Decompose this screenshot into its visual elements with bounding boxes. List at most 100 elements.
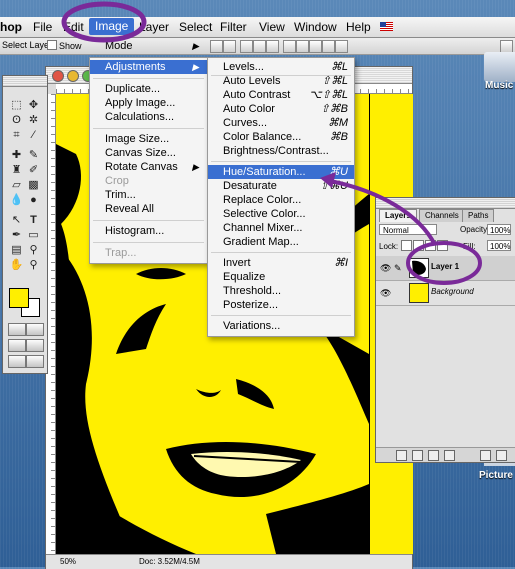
zoom-level[interactable]: 50% <box>60 557 76 566</box>
menu-item-reveal-all[interactable]: Reveal All <box>90 202 207 216</box>
distribute-button-2[interactable] <box>253 40 266 53</box>
menu-window[interactable]: Window <box>294 20 337 34</box>
healing-brush-tool-icon[interactable]: ✚ <box>9 148 24 163</box>
menu-item-image-size[interactable]: Image Size... <box>90 132 207 146</box>
menu-item-auto-levels[interactable]: Auto Levels ⇧⌘L <box>208 74 354 88</box>
type-tool-icon[interactable]: T <box>26 213 41 228</box>
zoom-tool-icon[interactable]: ⚲ <box>26 258 41 273</box>
slice-tool-icon[interactable]: ⁄ <box>26 128 41 143</box>
menu-item-brightness-contrast[interactable]: Brightness/Contrast... <box>208 144 354 158</box>
menu-item-desaturate[interactable]: Desaturate ⇧⌘U <box>208 179 354 193</box>
blend-mode-select[interactable]: Normal <box>379 224 437 235</box>
eye-icon[interactable]: 👁 <box>380 288 391 299</box>
distribute-button-1[interactable] <box>240 40 253 53</box>
eye-icon[interactable]: 👁 <box>380 263 391 274</box>
music-folder-icon[interactable] <box>484 52 515 82</box>
align-button-1[interactable] <box>210 40 223 53</box>
lasso-tool-icon[interactable]: ʘ <box>9 113 24 128</box>
menu-item-replace-color[interactable]: Replace Color... <box>208 193 354 207</box>
menu-item-gradient-map[interactable]: Gradient Map... <box>208 235 354 249</box>
menu-item-auto-contrast[interactable]: Auto Contrast ⌥⇧⌘L <box>208 88 354 102</box>
quick-mask-button[interactable] <box>26 323 44 336</box>
lock-move-icon[interactable] <box>425 240 436 251</box>
foreground-color-swatch[interactable] <box>9 288 29 308</box>
input-flag-icon[interactable] <box>380 22 393 31</box>
distribute-button-7[interactable] <box>322 40 335 53</box>
menu-item-mode[interactable]: Mode ▶ <box>90 39 207 53</box>
tools-titlebar[interactable] <box>3 76 47 87</box>
dodge-tool-icon[interactable]: ● <box>26 193 41 208</box>
tab-paths[interactable]: Paths <box>462 209 495 222</box>
jump-to-imageready-button[interactable] <box>26 355 44 368</box>
new-set-icon[interactable] <box>428 450 439 461</box>
menu-item-calculations[interactable]: Calculations... <box>90 110 207 124</box>
blur-tool-icon[interactable]: 💧 <box>9 193 24 208</box>
minimize-icon[interactable] <box>67 70 79 82</box>
layer-mask-icon[interactable] <box>412 450 423 461</box>
distribute-button-6[interactable] <box>309 40 322 53</box>
eyedropper-tool-icon[interactable]: ⚲ <box>26 243 41 258</box>
menu-item-equalize[interactable]: Equalize <box>208 270 354 284</box>
lock-all-icon[interactable] <box>437 240 448 251</box>
align-button-2[interactable] <box>223 40 236 53</box>
menu-item-auto-color[interactable]: Auto Color ⇧⌘B <box>208 102 354 116</box>
menu-item-rotate-canvas[interactable]: Rotate Canvas ▶ <box>90 160 207 174</box>
hand-tool-icon[interactable]: ✋ <box>9 258 24 273</box>
new-layer-icon[interactable] <box>480 450 491 461</box>
menu-filter[interactable]: Filter <box>220 20 247 34</box>
menu-item-canvas-size[interactable]: Canvas Size... <box>90 146 207 160</box>
distribute-button-5[interactable] <box>296 40 309 53</box>
menu-item-variations[interactable]: Variations... <box>208 319 354 333</box>
fill-field[interactable]: 100% <box>487 240 511 251</box>
magic-wand-tool-icon[interactable]: ✲ <box>26 113 41 128</box>
menu-item-threshold[interactable]: Threshold... <box>208 284 354 298</box>
shape-tool-icon[interactable]: ▭ <box>26 228 41 243</box>
menu-item-invert[interactable]: Invert ⌘I <box>208 256 354 270</box>
lock-transparency-icon[interactable] <box>401 240 412 251</box>
menu-item-trim[interactable]: Trim... <box>90 188 207 202</box>
distribute-button-4[interactable] <box>283 40 296 53</box>
gradient-tool-icon[interactable]: ▩ <box>26 178 41 193</box>
menu-help[interactable]: Help <box>346 20 371 34</box>
menu-item-curves[interactable]: Curves... ⌘M <box>208 116 354 130</box>
menu-item-selective-color[interactable]: Selective Color... <box>208 207 354 221</box>
adjustment-layer-icon[interactable] <box>444 450 455 461</box>
move-tool-icon[interactable]: ✥ <box>26 98 41 113</box>
distribute-button-8[interactable] <box>335 40 348 53</box>
menu-layer[interactable]: Layer <box>139 20 169 34</box>
app-menu[interactable]: hop <box>0 20 22 34</box>
tab-channels[interactable]: Channels <box>419 209 465 222</box>
menu-view[interactable]: View <box>259 20 285 34</box>
lock-paint-icon[interactable] <box>413 240 424 251</box>
path-select-tool-icon[interactable]: ↖ <box>9 213 24 228</box>
crop-tool-icon[interactable]: ⌗ <box>9 128 24 143</box>
menu-item-adjustments[interactable]: Adjustments ▶ <box>90 60 207 74</box>
close-icon[interactable] <box>52 70 64 82</box>
menu-file[interactable]: File <box>33 20 52 34</box>
screen-mode-standard-button[interactable] <box>8 339 26 352</box>
history-brush-tool-icon[interactable]: ✐ <box>26 163 41 178</box>
opacity-field[interactable]: 100% <box>487 224 511 235</box>
trash-icon[interactable] <box>496 450 507 461</box>
tab-layers[interactable]: Layers <box>379 209 417 222</box>
menu-select[interactable]: Select <box>179 20 212 34</box>
menu-image[interactable]: Image <box>89 18 135 35</box>
marquee-tool-icon[interactable]: ⬚ <box>9 98 24 113</box>
menu-item-hue-saturation[interactable]: Hue/Saturation... ⌘U <box>208 165 354 179</box>
menu-item-duplicate[interactable]: Duplicate... <box>90 82 207 96</box>
layer-row[interactable]: 👁 Background <box>376 281 515 306</box>
screen-mode-menu-button[interactable] <box>8 355 26 368</box>
screen-mode-full-button[interactable] <box>26 339 44 352</box>
menu-edit[interactable]: Edit <box>63 20 84 34</box>
pen-tool-icon[interactable]: ✒ <box>9 228 24 243</box>
doc-size[interactable]: Doc: 3.52M/4.5M <box>139 557 200 566</box>
layer-row[interactable]: 👁 ✎ Layer 1 <box>376 256 515 281</box>
show-bounding-box-checkbox[interactable]: Show <box>47 40 82 51</box>
menu-item-posterize[interactable]: Posterize... <box>208 298 354 312</box>
menu-item-apply-image[interactable]: Apply Image... <box>90 96 207 110</box>
eraser-tool-icon[interactable]: ▱ <box>9 178 24 193</box>
standard-mode-button[interactable] <box>8 323 26 336</box>
menu-item-levels[interactable]: Levels... ⌘L <box>208 60 354 74</box>
layers-titlebar[interactable] <box>376 198 515 209</box>
menu-item-channel-mixer[interactable]: Channel Mixer... <box>208 221 354 235</box>
